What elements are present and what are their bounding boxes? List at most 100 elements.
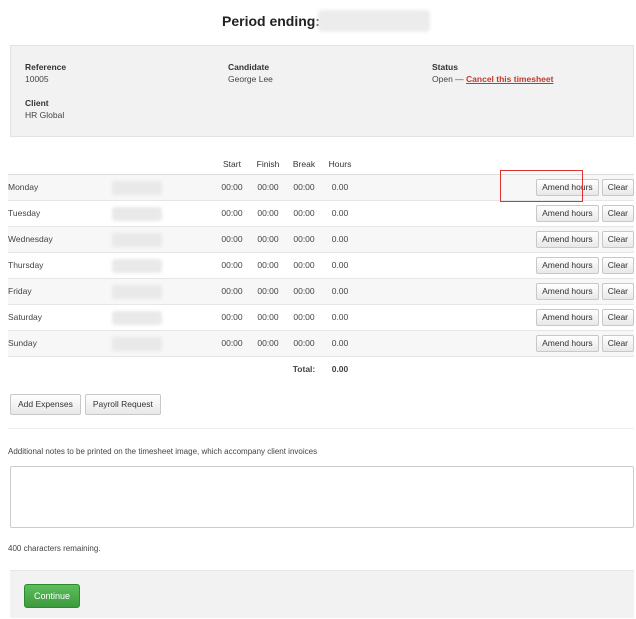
table-row: Monday 00:00 00:00 00:00 0.00 Amend hour… [8,173,634,200]
day-cell: Friday [8,277,104,304]
page-title: Period ending: [222,13,320,29]
hours-cell: 0.00 [322,199,358,226]
hours-table: Start Finish Break Hours Monday 00:00 00… [8,154,634,382]
amend-hours-button[interactable]: Amend hours [536,334,599,352]
table-row: Wednesday 00:00 00:00 00:00 0.00 Amend h… [8,225,634,252]
status-block: Status Open — Cancel this timesheet [432,62,553,84]
blur-header [104,154,214,175]
break-cell: 00:00 [286,199,322,226]
expense-actions: Add Expenses Payroll Request [10,394,165,415]
finish-cell: 00:00 [250,329,286,356]
start-cell: 00:00 [214,225,250,252]
date-redacted-cell [104,173,214,200]
day-header [8,154,104,175]
continue-button[interactable]: Continue [24,584,80,608]
timesheet-info-panel: Reference 10005 Client HR Global Candida… [10,45,634,137]
day-cell: Wednesday [8,225,104,252]
date-redacted-cell [104,199,214,226]
day-cell: Saturday [8,303,104,330]
table-row: Saturday 00:00 00:00 00:00 0.00 Amend ho… [8,303,634,330]
clear-button[interactable]: Clear [601,256,634,274]
finish-cell: 00:00 [250,225,286,252]
divider [8,428,634,429]
status-value: Open — [432,74,464,84]
break-cell: 00:00 [286,251,322,278]
row-actions: Amend hours Clear [484,173,634,200]
table-row: Friday 00:00 00:00 00:00 0.00 Amend hour… [8,277,634,304]
clear-button[interactable]: Clear [601,204,634,222]
day-cell: Monday [8,173,104,200]
clear-button[interactable]: Clear [601,230,634,248]
amend-hours-button[interactable]: Amend hours [536,308,599,326]
total-value: 0.00 [322,355,358,382]
reference-block: Reference 10005 [25,62,66,84]
clear-button[interactable]: Clear [601,308,634,326]
amend-hours-button[interactable]: Amend hours [536,204,599,222]
start-cell: 00:00 [214,277,250,304]
day-cell: Sunday [8,329,104,356]
day-cell: Tuesday [8,199,104,226]
break-header: Break [286,154,322,175]
hours-header: Hours [322,154,358,175]
notes-textarea[interactable] [10,466,634,528]
date-redacted-cell [104,303,214,330]
finish-cell: 00:00 [250,173,286,200]
start-header: Start [214,154,250,175]
finish-header: Finish [250,154,286,175]
day-cell: Thursday [8,251,104,278]
row-actions: Amend hours Clear [484,329,634,356]
payroll-request-button[interactable]: Payroll Request [84,394,161,415]
start-cell: 00:00 [214,173,250,200]
status-label: Status [432,62,458,72]
total-row: Total: 0.00 [8,355,634,382]
status-value-row: Open — Cancel this timesheet [432,74,553,84]
date-redacted-cell [104,251,214,278]
row-actions: Amend hours Clear [484,199,634,226]
spacer-header [358,154,484,175]
table-header-row: Start Finish Break Hours [8,154,634,175]
amend-hours-button[interactable]: Amend hours [536,282,599,300]
hours-cell: 0.00 [322,329,358,356]
start-cell: 00:00 [214,329,250,356]
cancel-timesheet-link[interactable]: Cancel this timesheet [466,74,553,84]
clear-button[interactable]: Clear [601,282,634,300]
finish-cell: 00:00 [250,251,286,278]
amend-hours-button[interactable]: Amend hours [536,256,599,274]
client-block: Client HR Global [25,98,64,120]
add-expenses-button[interactable]: Add Expenses [10,394,81,415]
client-label: Client [25,98,49,108]
hours-cell: 0.00 [322,173,358,200]
total-label: Total: [286,355,322,382]
break-cell: 00:00 [286,303,322,330]
reference-label: Reference [25,62,67,72]
break-cell: 00:00 [286,329,322,356]
actions-header [484,154,634,175]
reference-value: 10005 [25,74,49,84]
row-actions: Amend hours Clear [484,225,634,252]
start-cell: 00:00 [214,251,250,278]
period-date-redacted [318,10,430,32]
clear-button[interactable]: Clear [601,178,634,196]
date-redacted-cell [104,329,214,356]
table-row: Thursday 00:00 00:00 00:00 0.00 Amend ho… [8,251,634,278]
break-cell: 00:00 [286,225,322,252]
hours-cell: 0.00 [322,225,358,252]
date-redacted-cell [104,225,214,252]
footer-panel: Continue [10,570,634,618]
row-actions: Amend hours Clear [484,277,634,304]
break-cell: 00:00 [286,173,322,200]
candidate-value: George Lee [228,74,273,84]
amend-hours-button[interactable]: Amend hours [536,230,599,248]
amend-hours-button[interactable]: Amend hours [536,178,599,196]
characters-remaining: 400 characters remaining. [8,544,101,553]
clear-button[interactable]: Clear [601,334,634,352]
start-cell: 00:00 [214,303,250,330]
finish-cell: 00:00 [250,277,286,304]
table-row: Tuesday 00:00 00:00 00:00 0.00 Amend hou… [8,199,634,226]
candidate-label: Candidate [228,62,270,72]
date-redacted-cell [104,277,214,304]
start-cell: 00:00 [214,199,250,226]
finish-cell: 00:00 [250,199,286,226]
break-cell: 00:00 [286,277,322,304]
table-row: Sunday 00:00 00:00 00:00 0.00 Amend hour… [8,329,634,356]
